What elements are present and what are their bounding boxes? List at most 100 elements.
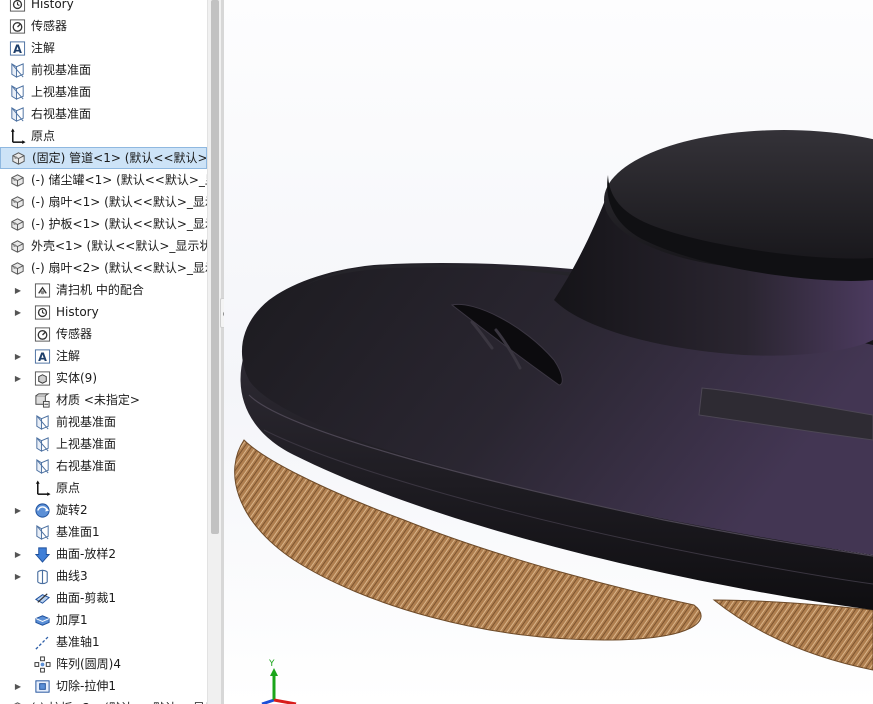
plane-icon (8, 61, 26, 79)
tree-item[interactable]: 基准面1 (0, 521, 207, 543)
expand-arrow-icon[interactable]: ▶ (12, 301, 24, 323)
tree-item[interactable]: 材质 <未指定> (0, 389, 207, 411)
expand-arrow-icon[interactable]: ▶ (12, 543, 24, 565)
tree-item[interactable]: ▶ 实体(9) (0, 367, 207, 389)
tree-item-label: 右视基准面 (56, 459, 117, 473)
tree-item-label: 清扫机 中的配合 (56, 283, 144, 297)
tree-item[interactable]: 传感器 (0, 15, 207, 37)
tree-item-label: 基准面1 (56, 525, 100, 539)
tree-scrollbar-thumb[interactable] (211, 0, 219, 534)
expand-arrow-icon[interactable]: ▶ (12, 565, 24, 587)
tree-item[interactable]: ▶ 旋转2 (0, 499, 207, 521)
tree-item[interactable]: 基准轴1 (0, 631, 207, 653)
history-icon (33, 303, 51, 321)
tree-item[interactable]: 外壳<1> (默认<<默认>_显示状 (0, 235, 207, 257)
part-icon (9, 149, 27, 167)
tree-item-label: 传感器 (31, 19, 68, 33)
tree-item[interactable]: 前视基准面 (0, 59, 207, 81)
tree-item[interactable]: (-) 储尘罐<1> (默认<<默认>_显 (0, 169, 207, 191)
axis-icon (33, 633, 51, 651)
tree-item[interactable]: 传感器 (0, 323, 207, 345)
tree-item-label: 曲线3 (56, 569, 88, 583)
plane-icon (8, 83, 26, 101)
tree-item-label: 右视基准面 (31, 107, 92, 121)
origin-icon (8, 127, 26, 145)
tree-item[interactable]: 原点 (0, 477, 207, 499)
svg-text:A: A (38, 350, 47, 364)
part-icon (8, 215, 26, 233)
expand-arrow-icon[interactable]: ▶ (12, 675, 24, 697)
tree-item[interactable]: ▶ 曲面-放样2 (0, 543, 207, 565)
tree-item[interactable]: ▶ 曲线3 (0, 565, 207, 587)
tree-item-label: (-) 护板<2> (默认<<默认>_显示 (31, 697, 207, 704)
expand-arrow-icon[interactable]: ▶ (12, 367, 24, 389)
tree-item-label: 原点 (56, 481, 81, 495)
annotation-icon: A (8, 39, 26, 57)
tree-item[interactable]: ▶ 清扫机 中的配合 (0, 279, 207, 301)
plane-icon (8, 105, 26, 123)
view-orientation-triad: Y (261, 659, 297, 704)
material-icon (33, 391, 51, 409)
part-icon (8, 259, 26, 277)
tree-item[interactable]: ▶ A 注解 (0, 345, 207, 367)
model-render[interactable] (224, 0, 873, 704)
tree-item-label: 原点 (31, 129, 56, 143)
sensor-icon (8, 17, 26, 35)
thicken-icon (33, 611, 51, 629)
curve-icon (33, 567, 51, 585)
tree-item-label: 注解 (56, 349, 81, 363)
revolve-icon (33, 501, 51, 519)
tree-scrollbar[interactable] (207, 0, 222, 704)
triad-y-label: Y (268, 659, 275, 669)
tree-item-label: 基准轴1 (56, 635, 100, 649)
part-icon (8, 193, 26, 211)
tree-item[interactable]: 上视基准面 (0, 81, 207, 103)
annotation-icon: A (33, 347, 51, 365)
tree-item-label: History (56, 305, 99, 319)
expand-arrow-icon[interactable]: ▶ (12, 499, 24, 521)
tree-item-label: 加厚1 (56, 613, 88, 627)
plane-icon (33, 523, 51, 541)
tree-item-label: 上视基准面 (31, 85, 92, 99)
triad-z-axis (261, 698, 275, 704)
tree-item-label: 传感器 (56, 327, 93, 341)
tree-item[interactable]: 加厚1 (0, 609, 207, 631)
tree-item[interactable]: 原点 (0, 125, 207, 147)
tree-item[interactable]: 曲面-剪裁1 (0, 587, 207, 609)
triad-x-axis (273, 698, 297, 704)
tree-item[interactable]: (-) 护板<2> (默认<<默认>_显示 (0, 697, 207, 704)
tree-item-label: (-) 储尘罐<1> (默认<<默认>_显 (31, 173, 207, 187)
expand-arrow-icon[interactable]: ▶ (12, 345, 24, 367)
tree-item[interactable]: (固定) 管道<1> (默认<<默认>_ (0, 147, 207, 169)
tree-item[interactable]: 阵列(圆周)4 (0, 653, 207, 675)
tree-item[interactable]: 前视基准面 (0, 411, 207, 433)
tree-item[interactable]: ▶ 切除-拉伸1 (0, 675, 207, 697)
tree-item[interactable]: 右视基准面 (0, 103, 207, 125)
tree-item[interactable]: (-) 扇叶<2> (默认<<默认>_显示 (0, 257, 207, 279)
tree-item[interactable]: (-) 护板<1> (默认<<默认>_显示 (0, 213, 207, 235)
tree-item-label: (固定) 管道<1> (默认<<默认>_ (32, 151, 207, 165)
tree-item-label: History (31, 0, 74, 11)
circular-pattern-icon (33, 655, 51, 673)
triad-y-arrow (270, 668, 278, 676)
part-icon (8, 237, 26, 255)
tree-item-label: 材质 <未指定> (56, 393, 140, 407)
feature-manager-tree[interactable]: History 传感器 A 注解 前视基准面 上视基准面 右视基准面 原点 (固定) 管道<1>… (0, 0, 207, 704)
tree-item[interactable]: 右视基准面 (0, 455, 207, 477)
expand-arrow-icon[interactable]: ▶ (12, 279, 24, 301)
graphics-viewport[interactable]: Y (224, 0, 873, 704)
tree-item[interactable]: History (0, 0, 207, 15)
tree-item[interactable]: (-) 扇叶<1> (默认<<默认>_显示 (0, 191, 207, 213)
tree-item[interactable]: ▶ History (0, 301, 207, 323)
plane-icon (33, 457, 51, 475)
tree-item-label: 前视基准面 (31, 63, 92, 77)
tree-item[interactable]: 上视基准面 (0, 433, 207, 455)
tree-item[interactable]: A 注解 (0, 37, 207, 59)
